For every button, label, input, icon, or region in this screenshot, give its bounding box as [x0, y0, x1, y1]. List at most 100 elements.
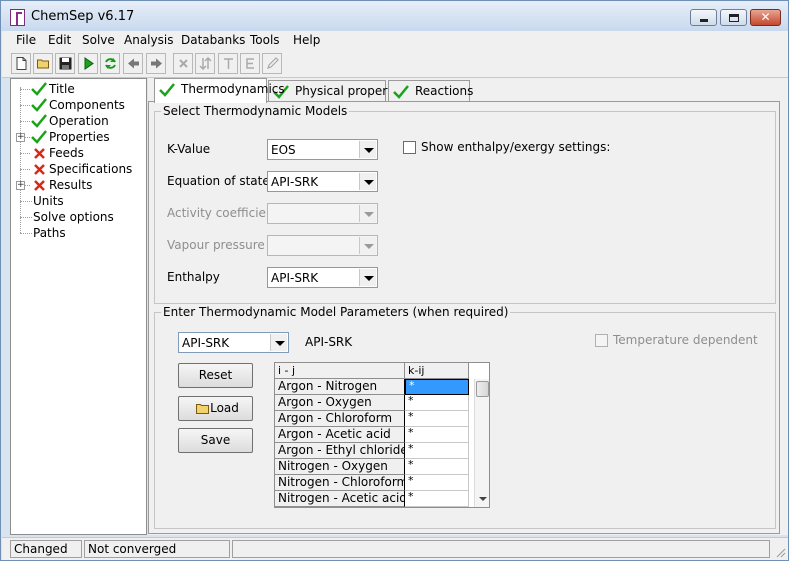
new-file-button[interactable] — [11, 53, 31, 74]
delete-icon — [179, 59, 188, 68]
tree-item-units[interactable]: Units — [11, 193, 145, 209]
forward-button[interactable] — [146, 53, 166, 74]
kij-cell[interactable]: * — [405, 411, 469, 427]
tree-item-components[interactable]: Components — [11, 97, 145, 113]
reset-button[interactable]: Reset — [178, 363, 253, 388]
tree-item-operation[interactable]: Operation — [11, 113, 145, 129]
parameter-model-select[interactable]: API-SRK — [178, 332, 289, 353]
model-parameters-title: Enter Thermodynamic Model Parameters (wh… — [161, 305, 511, 319]
tree-branch-line — [20, 121, 30, 122]
parameter-model-value: API-SRK — [182, 336, 230, 350]
tree-item-title[interactable]: Title — [11, 81, 145, 97]
vapour-select[interactable] — [267, 235, 378, 256]
save-button[interactable]: Save — [178, 428, 253, 453]
tree-item-paths[interactable]: Paths — [11, 225, 145, 241]
column-header-kij[interactable]: k-ij — [405, 363, 469, 379]
menu-help[interactable]: Help — [293, 32, 320, 48]
delete-button[interactable] — [173, 53, 193, 74]
tree-branch-line — [20, 201, 32, 202]
chevron-down-icon[interactable] — [359, 205, 376, 222]
menu-tools[interactable]: Tools — [250, 32, 280, 48]
back-button[interactable] — [123, 53, 143, 74]
kij-cell[interactable]: * — [405, 475, 469, 491]
select-models-group: Select Thermodynamic Models K-Value EOS … — [154, 104, 776, 304]
menu-edit[interactable]: Edit — [48, 32, 71, 48]
text-icon — [224, 58, 233, 69]
save-file-button[interactable] — [55, 53, 75, 74]
minimize-button[interactable] — [690, 9, 717, 26]
eos-select[interactable]: API-SRK — [267, 171, 378, 192]
chevron-down-icon[interactable] — [359, 269, 376, 286]
tree-branch-line — [20, 105, 30, 106]
row-header-pair[interactable]: Argon - Nitrogen — [275, 379, 405, 395]
kij-cell[interactable]: * — [405, 395, 469, 411]
expand-icon[interactable]: + — [16, 181, 25, 190]
status-changed: Changed — [10, 540, 82, 558]
row-header-pair[interactable]: Argon - Chloroform — [275, 411, 405, 427]
scroll-down-icon[interactable] — [479, 497, 487, 501]
expand-icon[interactable]: + — [16, 133, 25, 142]
maximize-button[interactable] — [720, 9, 747, 26]
forward-icon — [151, 58, 162, 69]
swap-button[interactable] — [195, 53, 215, 74]
run-button[interactable] — [78, 53, 98, 74]
tree-item-solve-options[interactable]: Solve options — [11, 209, 145, 225]
tree-item-properties[interactable]: + Properties — [11, 129, 145, 145]
refresh-button[interactable] — [100, 53, 120, 74]
chevron-down-icon[interactable] — [270, 334, 287, 351]
tree-item-results[interactable]: + Results — [11, 177, 145, 193]
enthalpy-label: Enthalpy — [167, 270, 220, 284]
tab-thermodynamics[interactable]: Thermodynamics — [154, 78, 285, 103]
tab-physical-properties[interactable]: Physical properties — [268, 80, 409, 103]
temperature-dependent-checkbox[interactable] — [595, 334, 608, 347]
kij-cell[interactable]: * — [405, 459, 469, 475]
kij-cell[interactable]: * — [405, 491, 469, 507]
status-empty — [232, 540, 770, 558]
activity-select[interactable] — [267, 203, 378, 224]
pencil-button[interactable] — [262, 53, 282, 74]
kij-cell[interactable]: * — [405, 427, 469, 443]
kvalue-select[interactable]: EOS — [267, 139, 378, 160]
row-header-pair[interactable]: Argon - Oxygen — [275, 395, 405, 411]
menu-file[interactable]: File — [16, 32, 36, 48]
chevron-down-icon[interactable] — [359, 173, 376, 190]
load-button[interactable]: Load — [178, 396, 253, 421]
title-bar[interactable]: ChemSep v6.17 ✕ — [1, 1, 788, 31]
error-x-icon — [34, 164, 45, 175]
kvalue-value: EOS — [271, 143, 296, 157]
tree-item-feeds[interactable]: Feeds — [11, 145, 145, 161]
toolbar — [2, 50, 788, 78]
row-header-pair[interactable]: Argon - Acetic acid — [275, 427, 405, 443]
kij-parameter-grid[interactable]: i - j k-ij Argon - Nitrogen * Argon - Oxyg… — [274, 362, 490, 508]
row-header-pair[interactable]: Argon - Ethyl chloride — [275, 443, 405, 459]
tree-item-label: Results — [49, 178, 93, 192]
maximize-icon — [729, 14, 739, 22]
row-header-pair[interactable]: Nitrogen - Chloroform — [275, 475, 405, 491]
tab-reactions[interactable]: Reactions — [388, 80, 473, 103]
text-button[interactable] — [218, 53, 238, 74]
show-enthalpy-checkbox[interactable] — [403, 141, 416, 154]
scroll-thumb[interactable] — [476, 381, 489, 397]
tree-item-specifications[interactable]: Specifications — [11, 161, 145, 177]
chevron-down-icon[interactable] — [359, 141, 376, 158]
row-header-pair[interactable]: Nitrogen - Oxygen — [275, 459, 405, 475]
tree-item-label: Components — [49, 98, 125, 112]
chevron-down-icon[interactable] — [359, 237, 376, 254]
column-header-pair[interactable]: i - j — [275, 363, 405, 379]
edit-button[interactable] — [240, 53, 260, 74]
resize-grip-icon[interactable] — [774, 546, 786, 558]
check-icon — [31, 98, 47, 112]
close-button[interactable]: ✕ — [750, 9, 781, 26]
menu-solve[interactable]: Solve — [82, 32, 115, 48]
open-button[interactable] — [33, 53, 53, 74]
tree-item-label: Operation — [49, 114, 109, 128]
kij-cell[interactable]: * — [405, 379, 469, 395]
menu-analysis[interactable]: Analysis — [124, 32, 173, 48]
tree-branch-line — [20, 153, 30, 154]
tree-item-label: Title — [49, 82, 75, 96]
row-header-pair[interactable]: Nitrogen - Acetic acid — [275, 491, 405, 507]
menu-databanks[interactable]: Databanks — [181, 32, 245, 48]
enthalpy-select[interactable]: API-SRK — [267, 267, 378, 288]
grid-scrollbar[interactable] — [474, 379, 489, 507]
kij-cell[interactable]: * — [405, 443, 469, 459]
